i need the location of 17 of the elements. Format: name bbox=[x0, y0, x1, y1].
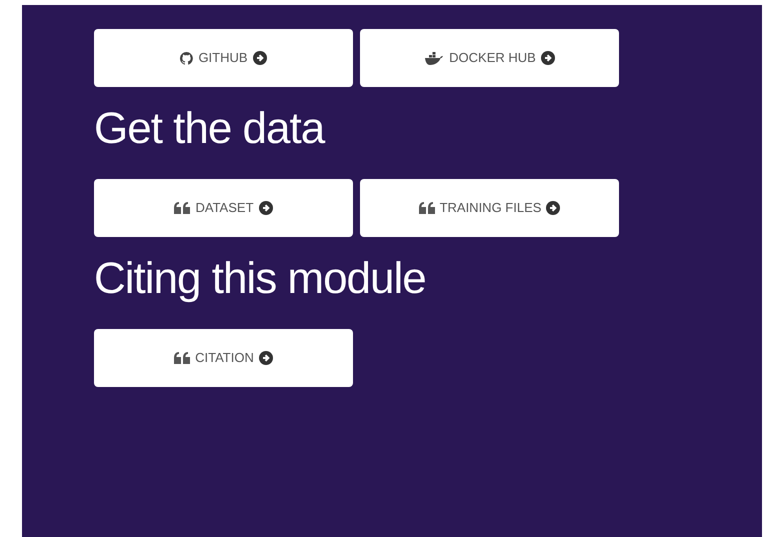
github-icon bbox=[180, 52, 194, 64]
link-button[interactable]: CITATION bbox=[94, 329, 353, 387]
arrow-circle-icon bbox=[252, 51, 267, 65]
arrow-circle-icon bbox=[540, 51, 555, 65]
link-button[interactable]: DOCKER HUB bbox=[360, 29, 619, 87]
arrow-circle-icon bbox=[258, 351, 273, 365]
quote-icon bbox=[174, 352, 190, 364]
quote-icon bbox=[418, 202, 435, 214]
section-heading: Get the data bbox=[94, 107, 326, 151]
arrow-circle-icon bbox=[546, 201, 560, 215]
section-heading: Citing this module bbox=[94, 257, 427, 301]
link-button[interactable]: TRAINING FILES bbox=[360, 179, 619, 237]
whale-icon bbox=[424, 52, 444, 64]
link-button[interactable]: DATASET bbox=[94, 179, 353, 237]
quote-icon bbox=[174, 202, 190, 214]
arrow-circle-icon bbox=[258, 201, 273, 215]
link-button[interactable]: GITHUB bbox=[94, 29, 353, 87]
